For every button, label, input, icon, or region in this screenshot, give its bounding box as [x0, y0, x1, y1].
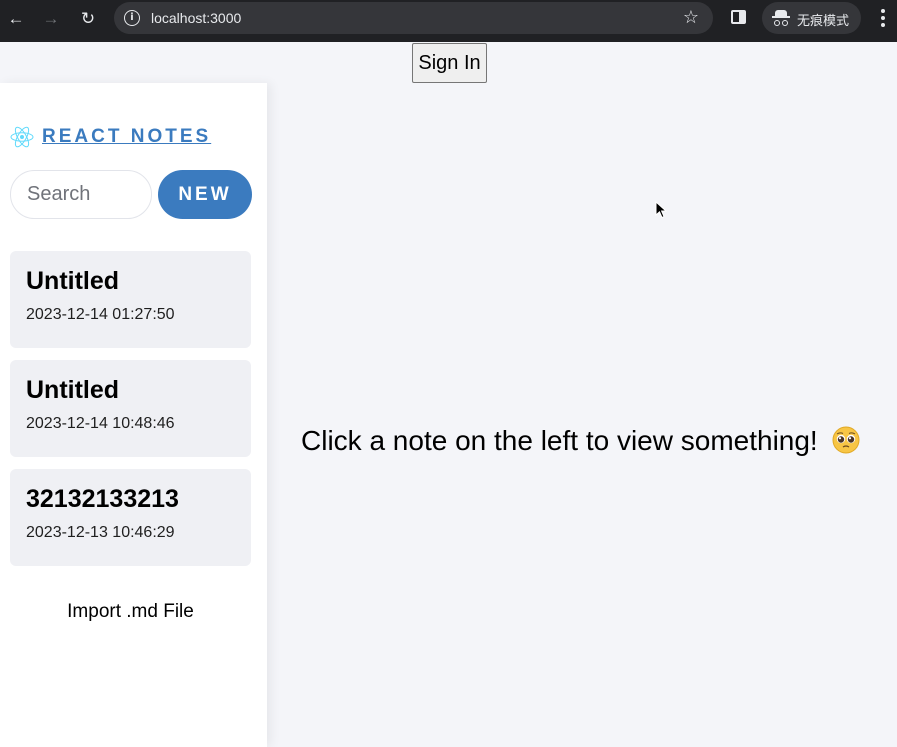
note-title: 32132133213	[26, 485, 179, 513]
note-date: 2023-12-14 01:27:50	[26, 306, 175, 323]
note-item[interactable]: 32132133213 2023-12-13 10:46:29	[10, 469, 251, 566]
react-logo-icon	[10, 126, 34, 148]
incognito-indicator[interactable]: 无痕模式	[762, 2, 861, 34]
address-bar[interactable]: i localhost:3000 ☆	[114, 2, 713, 34]
back-arrow-icon[interactable]: ←	[5, 8, 27, 30]
pleading-face-icon	[832, 426, 859, 454]
mouse-cursor-icon	[655, 201, 667, 219]
note-title: Untitled	[26, 376, 120, 404]
info-icon[interactable]: i	[124, 10, 140, 26]
import-md-button[interactable]: Import .md File	[0, 601, 261, 623]
search-input[interactable]	[10, 170, 152, 219]
note-date: 2023-12-14 10:48:46	[26, 415, 175, 432]
browser-toolbar: ← → ↻ i localhost:3000 ☆ 无痕模式	[0, 0, 897, 42]
brand-title[interactable]: React Notes	[42, 126, 211, 148]
note-item[interactable]: Untitled 2023-12-14 01:27:50	[10, 251, 251, 348]
sign-in-button[interactable]: Sign In	[412, 43, 487, 83]
note-date: 2023-12-13 10:46:29	[26, 524, 175, 541]
empty-state-message: Click a note on the left to view somethi…	[301, 425, 818, 456]
empty-state: Click a note on the left to view somethi…	[301, 425, 860, 457]
star-icon[interactable]: ☆	[683, 7, 699, 28]
note-item[interactable]: Untitled 2023-12-14 10:48:46	[10, 360, 251, 457]
new-note-button[interactable]: NEW	[158, 170, 252, 219]
incognito-label: 无痕模式	[797, 14, 850, 29]
side-panel-icon[interactable]	[731, 10, 746, 24]
reload-icon[interactable]: ↻	[77, 8, 99, 30]
url-text[interactable]: localhost:3000	[151, 10, 241, 26]
note-title: Untitled	[26, 267, 120, 295]
brand-link[interactable]: React Notes	[10, 125, 211, 149]
more-menu-icon[interactable]	[877, 9, 889, 27]
sidebar: React Notes NEW Untitled 2023-12-14 01:2…	[0, 83, 267, 747]
forward-arrow-icon[interactable]: →	[40, 8, 62, 30]
incognito-icon	[772, 10, 790, 26]
